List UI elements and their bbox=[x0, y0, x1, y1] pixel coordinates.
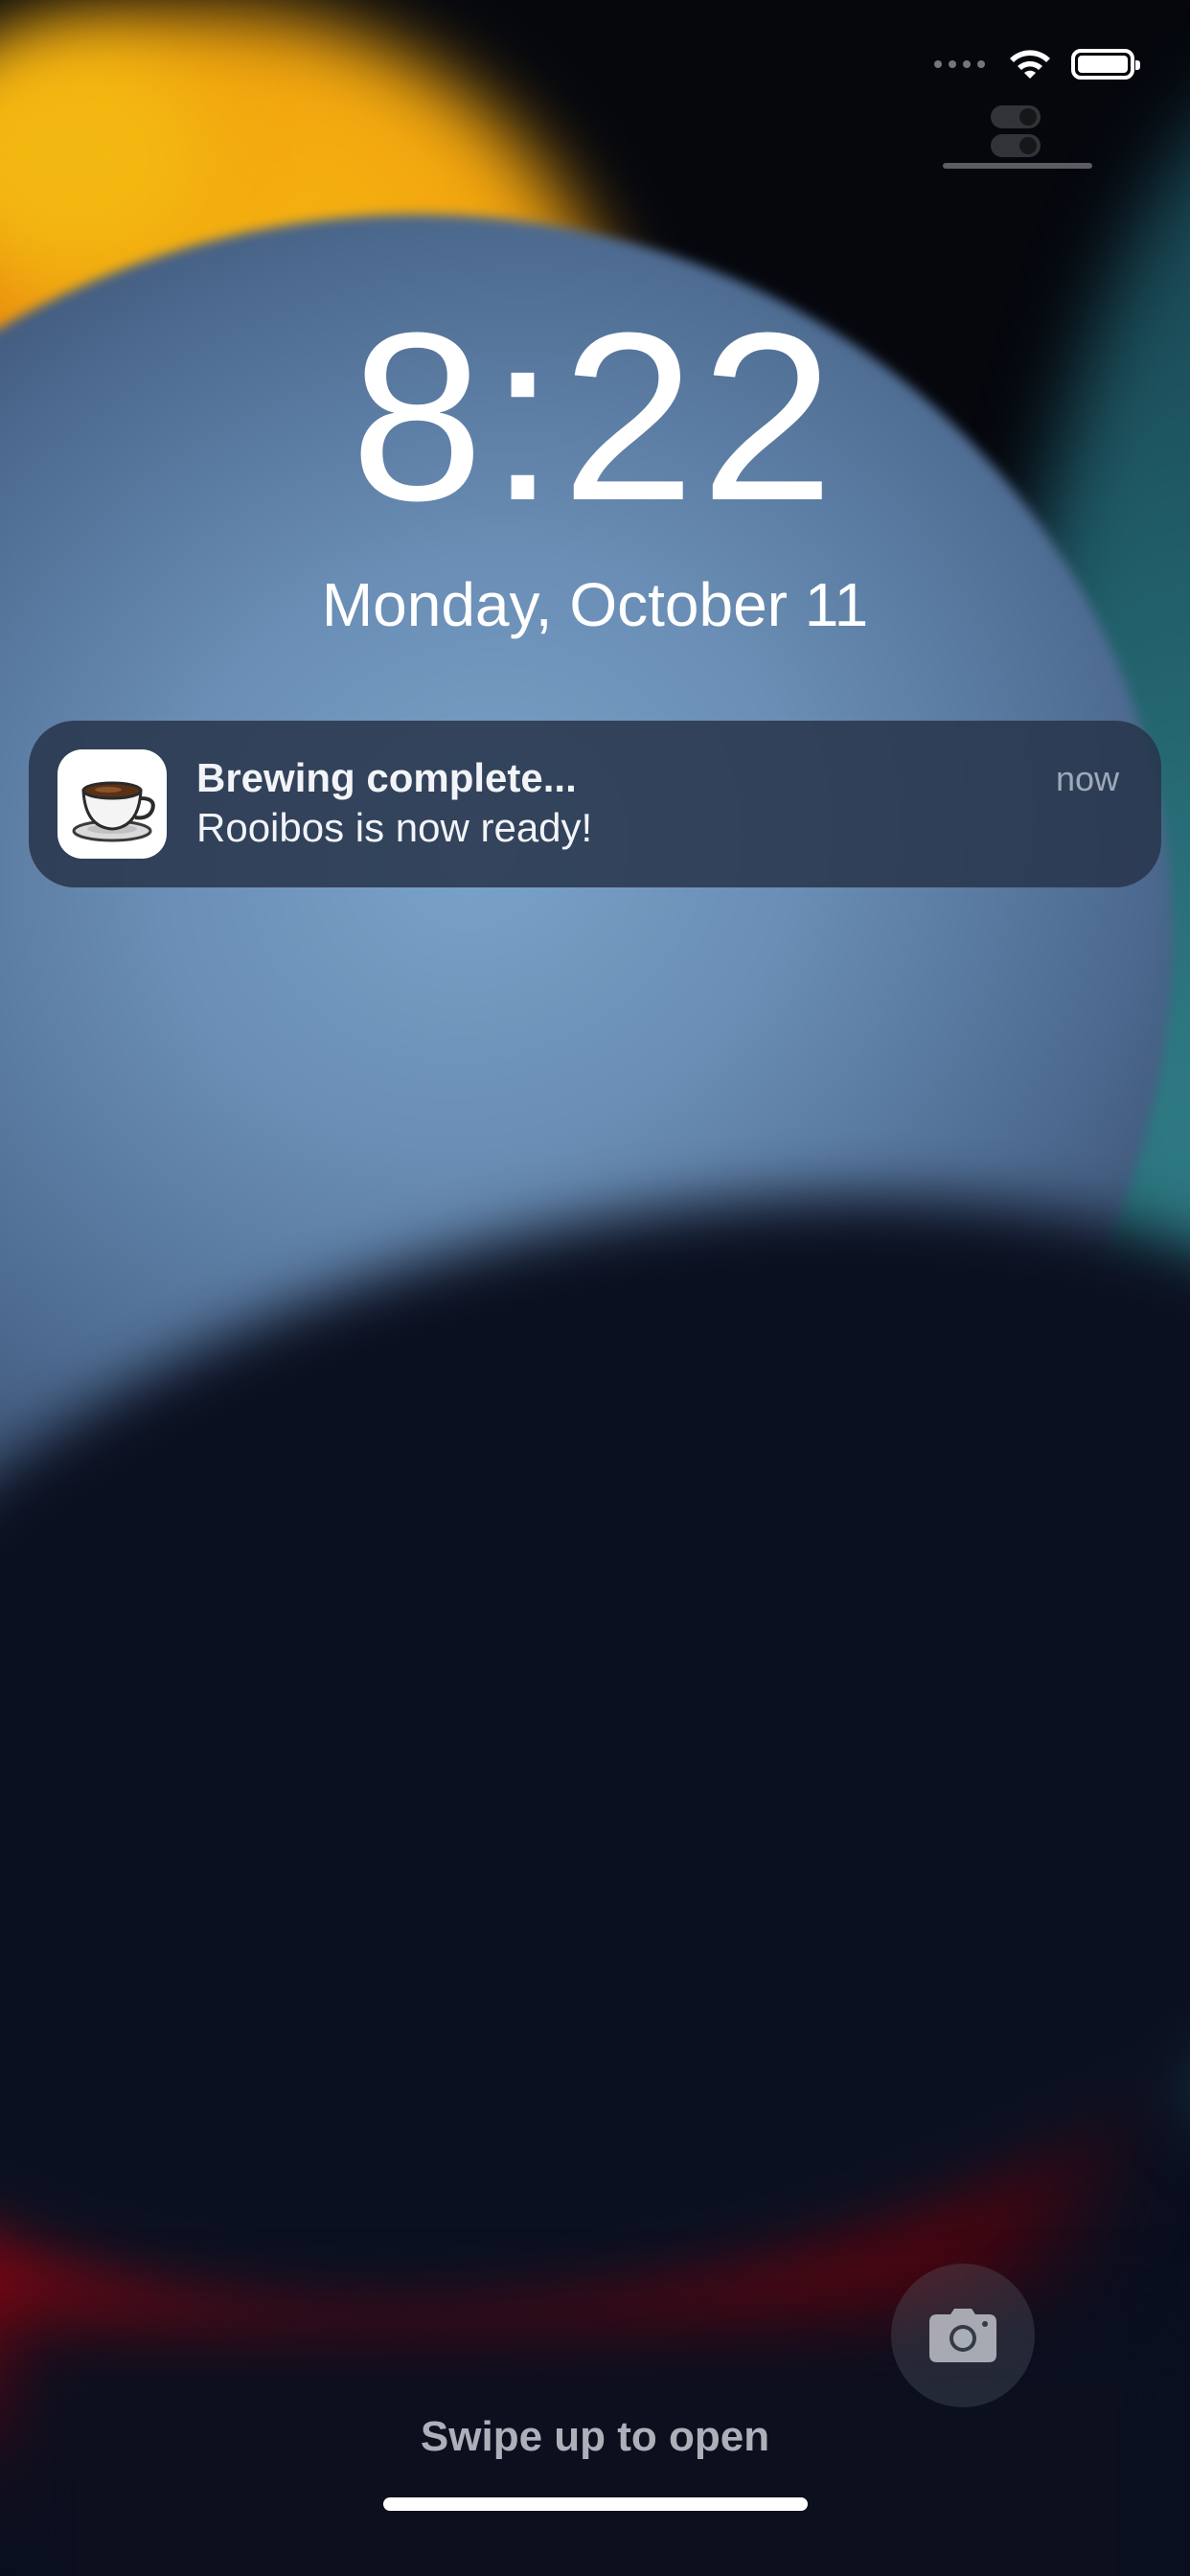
notification-card[interactable]: Brewing complete... Rooibos is now ready… bbox=[29, 721, 1161, 887]
lock-date: Monday, October 11 bbox=[321, 570, 869, 639]
notification-body: Rooibos is now ready! bbox=[196, 805, 593, 850]
control-center-grabber[interactable] bbox=[943, 163, 1092, 169]
control-center-toggle-icon[interactable] bbox=[991, 105, 1041, 159]
swipe-up-hint: Swipe up to open bbox=[420, 2413, 770, 2460]
lock-time: 8:22 bbox=[350, 283, 840, 550]
battery-icon bbox=[1071, 49, 1140, 80]
notification-title: Brewing complete... bbox=[196, 755, 577, 800]
notification-timestamp: now bbox=[1055, 759, 1119, 798]
wifi-icon bbox=[1006, 46, 1054, 82]
camera-icon bbox=[929, 2309, 996, 2362]
coffee-cup-icon bbox=[57, 749, 167, 859]
cellular-signal-icon bbox=[934, 60, 985, 68]
lock-screen: 8:22 Monday, October 11 Brewing complete… bbox=[0, 0, 1190, 2576]
status-bar bbox=[934, 46, 1140, 82]
camera-button[interactable] bbox=[891, 2264, 1035, 2407]
home-indicator[interactable] bbox=[383, 2497, 808, 2511]
